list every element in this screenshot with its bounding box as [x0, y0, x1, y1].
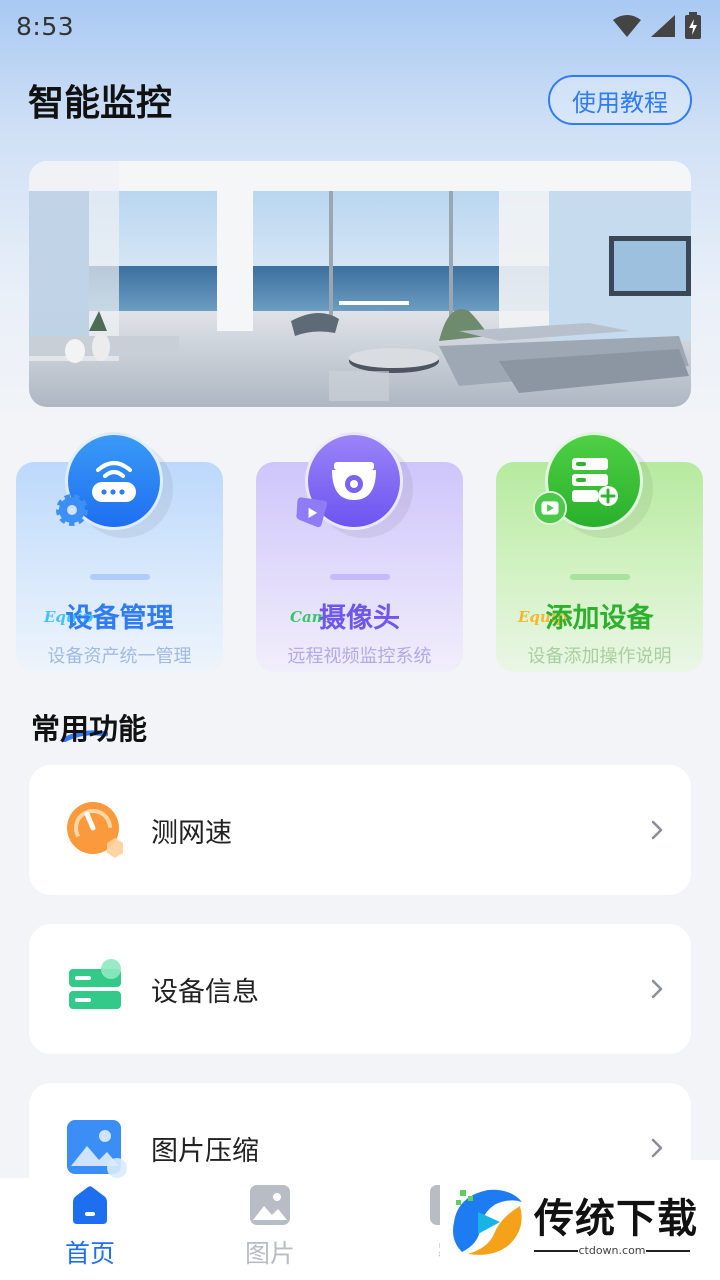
card-subtitle: 设备资产统一管理 [47, 646, 192, 667]
watermark-logo: 传统下载 ctdown.com [440, 1160, 720, 1280]
play-badge-icon [294, 494, 330, 530]
function-device-info[interactable]: 设备信息 [29, 924, 691, 1054]
living-room-illustration [29, 161, 691, 407]
speedometer-icon [67, 802, 123, 858]
card-title: 添加设备 [545, 603, 654, 634]
battery-icon [685, 12, 701, 39]
page-title: 智能监控 [28, 83, 173, 124]
nav-label: 首页 [64, 1239, 115, 1268]
status-time: 8:53 [16, 11, 75, 41]
watermark-line-right [646, 1250, 690, 1252]
brand-logo-icon [453, 1189, 522, 1255]
function-label: 设备信息 [151, 976, 259, 1008]
image-icon [250, 1185, 290, 1225]
function-label: 测网速 [151, 817, 232, 849]
nav-images[interactable]: 图片 [210, 1178, 330, 1280]
chevron-right-icon [651, 1138, 663, 1158]
chevron-right-icon [651, 979, 663, 999]
function-speed-test[interactable]: 测网速 [29, 765, 691, 895]
nav-label: 图片 [244, 1239, 295, 1268]
status-bar: 8:53 [0, 0, 720, 52]
section-title: 常用功能 [31, 712, 148, 746]
status-icons [612, 12, 702, 40]
tutorial-button[interactable]: 使用教程 [548, 75, 692, 125]
server-info-icon [69, 959, 121, 1009]
card-title: 设备管理 [65, 603, 174, 634]
function-label: 图片压缩 [151, 1135, 259, 1167]
app-header: 智能监控 使用教程 [28, 72, 692, 128]
video-badge-icon [532, 490, 568, 526]
card-decor-line [330, 574, 390, 580]
banner-image[interactable] [29, 161, 691, 407]
gear-icon [54, 492, 90, 528]
nav-home[interactable]: 首页 [30, 1178, 150, 1280]
home-icon [73, 1186, 107, 1224]
card-decor-line [90, 574, 150, 580]
signal-icon [651, 15, 675, 37]
card-decor-line [570, 574, 630, 580]
image-compress-icon [67, 1120, 127, 1178]
card-title: 摄像头 [319, 603, 400, 634]
wifi-icon [613, 15, 641, 37]
feature-cards: Equip 设备管理 设备资产统一管理 Cam 摄像头 远程视频监控系统 Equ… [16, 432, 704, 672]
card-subtitle: 设备添加操作说明 [527, 646, 672, 667]
watermark-brand: 传统下载 [534, 1196, 698, 1242]
chevron-right-icon [651, 820, 663, 840]
card-subtitle: 远程视频监控系统 [287, 646, 432, 667]
